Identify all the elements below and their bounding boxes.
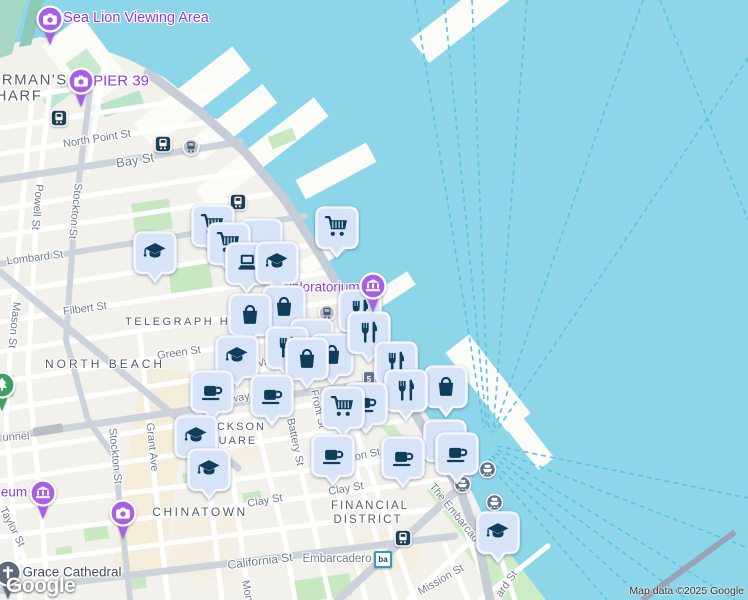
map-attribution: Map data ©2025 Google (629, 585, 744, 597)
map-marker-coffee[interactable] (381, 436, 425, 493)
map-marker-grad[interactable] (187, 448, 231, 505)
poi-pin-museum-icon[interactable] (26, 478, 60, 527)
map-marker-grad[interactable] (476, 511, 520, 568)
map-marker-fork[interactable] (384, 369, 428, 426)
map-marker-coffee[interactable] (250, 374, 294, 431)
map-badge: ba (374, 551, 392, 568)
map-marker-bag[interactable] (424, 365, 468, 422)
transit-station-icon[interactable] (394, 529, 412, 552)
map-marker-grad[interactable] (133, 231, 177, 288)
area-label: NORTH BEACH (44, 357, 166, 371)
area-label: ERMAN'S (0, 71, 68, 89)
area-label: CHINATOWN (152, 505, 248, 519)
poi-label[interactable]: PIER 39 (93, 73, 149, 90)
google-logo[interactable]: Google (6, 574, 76, 598)
map-marker-coffee[interactable] (435, 432, 479, 489)
area-label: DISTRICT (333, 514, 403, 526)
transit-stop-icon[interactable] (182, 138, 200, 161)
poi-label[interactable]: Sea Lion Viewing Area (63, 10, 209, 26)
poi-pin-museum-icon[interactable] (356, 271, 390, 320)
map-marker-cart[interactable] (315, 206, 359, 263)
street-label: unnel (2, 430, 30, 444)
area-label: HARF (0, 87, 43, 105)
map-canvas[interactable]: North Point St Bay St Lombard St Filbert St… (0, 0, 748, 600)
street-label: Embarcadero (302, 553, 372, 565)
poi-pin-camera-icon[interactable] (64, 66, 98, 115)
transit-station-icon[interactable] (154, 135, 172, 158)
poi-pin-camera-icon[interactable] (33, 4, 67, 53)
poi-pin-camera-icon[interactable] (106, 498, 140, 547)
ferry-terminal-icon[interactable] (478, 460, 497, 484)
poi-label[interactable]: eum (1, 485, 27, 500)
area-label: FINANCIAL (330, 500, 410, 512)
map-marker-coffee[interactable] (311, 434, 355, 491)
poi-pin-park-icon[interactable] (0, 370, 19, 419)
